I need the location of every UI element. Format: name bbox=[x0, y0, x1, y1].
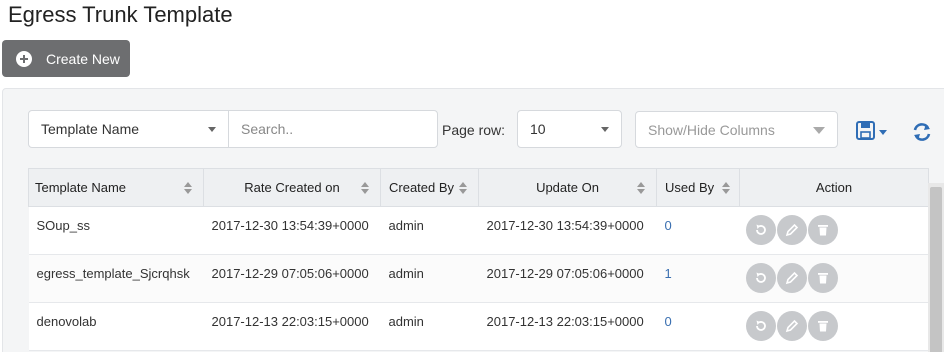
rate-created-on-cell: 2017-12-29 07:05:06+0000 bbox=[203, 254, 381, 303]
reset-button[interactable] bbox=[745, 215, 776, 245]
page-row-value: 10 bbox=[530, 121, 546, 137]
vertical-scrollbar[interactable] bbox=[928, 183, 944, 352]
save-icon bbox=[856, 121, 887, 140]
table-row: SOup_ss 2017-12-30 13:54:39+0000 admin 2017… bbox=[28, 206, 929, 255]
reset-button[interactable] bbox=[745, 311, 776, 341]
used-by-cell[interactable]: 0 bbox=[656, 206, 740, 255]
table-row: denovolab 2017-12-13 22:03:15+0000 admin 20… bbox=[28, 302, 929, 351]
update-on-cell: 2017-12-29 07:05:06+0000 bbox=[478, 254, 657, 303]
template-table: Template Name Rate Created on Created By… bbox=[28, 168, 942, 351]
edit-button[interactable] bbox=[776, 215, 807, 245]
col-header-template-name[interactable]: Template Name bbox=[28, 168, 204, 207]
created-by-cell: admin bbox=[380, 302, 479, 351]
search-field-select[interactable]: Template Name bbox=[28, 110, 229, 148]
created-by-cell: admin bbox=[380, 206, 479, 255]
rate-created-on-cell: 2017-12-30 13:54:39+0000 bbox=[203, 206, 381, 255]
refresh-button[interactable] bbox=[911, 121, 933, 143]
used-by-cell[interactable]: 0 bbox=[656, 302, 740, 351]
create-new-button[interactable]: Create New bbox=[2, 40, 130, 77]
action-cell bbox=[739, 302, 929, 351]
template-name-cell: denovolab bbox=[28, 302, 204, 351]
show-hide-columns-placeholder: Show/Hide Columns bbox=[648, 121, 775, 138]
search-input[interactable] bbox=[228, 110, 438, 148]
sort-icon bbox=[361, 182, 369, 194]
rate-created-on-cell: 2017-12-13 22:03:15+0000 bbox=[203, 302, 381, 351]
col-header-update-on[interactable]: Update On bbox=[478, 168, 657, 207]
col-header-rate-created-on[interactable]: Rate Created on bbox=[203, 168, 381, 207]
used-by-cell[interactable]: 1 bbox=[656, 254, 740, 303]
scrollbar-thumb[interactable] bbox=[930, 187, 942, 352]
edit-button[interactable] bbox=[776, 263, 807, 293]
sort-icon bbox=[637, 182, 645, 194]
edit-button[interactable] bbox=[776, 311, 807, 341]
action-cell bbox=[739, 206, 929, 255]
col-header-used-by[interactable]: Used By bbox=[656, 168, 740, 207]
col-header-action: Action bbox=[739, 168, 929, 207]
template-name-cell: SOup_ss bbox=[28, 206, 204, 255]
delete-button[interactable] bbox=[807, 263, 838, 293]
update-on-cell: 2017-12-13 22:03:15+0000 bbox=[478, 302, 657, 351]
export-dropdown-button[interactable] bbox=[856, 121, 890, 141]
sort-icon bbox=[459, 182, 467, 194]
show-hide-columns-select[interactable]: Show/Hide Columns bbox=[635, 111, 838, 148]
delete-button[interactable] bbox=[807, 311, 838, 341]
action-cell bbox=[739, 254, 929, 303]
table-row: egress_template_Sjcrqhsk 2017-12-29 07:05… bbox=[28, 254, 929, 303]
delete-button[interactable] bbox=[807, 215, 838, 245]
create-new-label: Create New bbox=[46, 50, 120, 67]
update-on-cell: 2017-12-30 13:54:39+0000 bbox=[478, 206, 657, 255]
plus-circle-icon bbox=[16, 50, 32, 67]
page-title: Egress Trunk Template bbox=[8, 2, 233, 27]
sort-icon bbox=[722, 182, 730, 194]
sort-icon bbox=[184, 182, 192, 194]
reset-button[interactable] bbox=[745, 263, 776, 293]
col-header-created-by[interactable]: Created By bbox=[380, 168, 479, 207]
chevron-down-icon bbox=[813, 127, 825, 134]
chevron-down-icon bbox=[601, 127, 609, 132]
chevron-down-icon bbox=[208, 127, 216, 132]
table-body: SOup_ss 2017-12-30 13:54:39+0000 admin 2017… bbox=[28, 206, 929, 351]
template-name-cell: egress_template_Sjcrqhsk bbox=[28, 254, 204, 303]
page-row-select[interactable]: 10 bbox=[517, 110, 622, 148]
search-field-value: Template Name bbox=[41, 121, 140, 137]
refresh-icon bbox=[913, 123, 931, 141]
page-row-label: Page row: bbox=[442, 122, 506, 138]
created-by-cell: admin bbox=[380, 254, 479, 303]
